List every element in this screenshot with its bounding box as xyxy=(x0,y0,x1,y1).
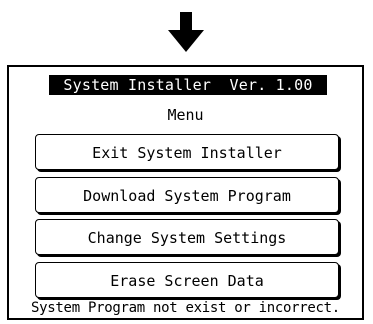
download-system-program-button[interactable]: Download System Program xyxy=(35,177,339,213)
erase-screen-data-button[interactable]: Erase Screen Data xyxy=(35,262,339,298)
title-bar: System Installer Ver. 1.00 xyxy=(49,75,327,95)
installer-screen: System Installer Ver. 1.00 Menu Exit Sys… xyxy=(7,65,364,320)
menu-label: Menu xyxy=(167,106,204,124)
change-system-settings-button[interactable]: Change System Settings xyxy=(35,219,339,255)
down-arrow-icon xyxy=(168,12,204,52)
status-message: System Program not exist or incorrect. xyxy=(31,300,340,316)
exit-system-installer-button[interactable]: Exit System Installer xyxy=(35,134,339,170)
